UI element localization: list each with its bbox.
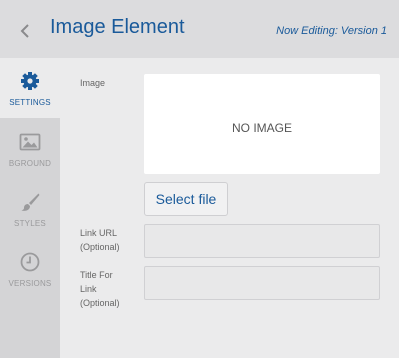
chevron-left-icon: [20, 24, 29, 38]
title-for-link-input[interactable]: [144, 266, 380, 300]
sidebar-item-styles[interactable]: STYLES: [0, 179, 60, 239]
image-icon: [19, 133, 41, 151]
sidebar-item-label: BGROUND: [8, 159, 52, 168]
brush-icon: [21, 193, 40, 211]
gear-icon: [21, 72, 39, 90]
sidebar-item-label: SETTINGS: [9, 98, 51, 107]
back-button[interactable]: [16, 20, 34, 42]
editing-version-status: Now Editing: Version 1: [276, 25, 387, 37]
sidebar-item-versions[interactable]: VERSIONS: [0, 239, 60, 299]
sidebar-item-label: STYLES: [14, 219, 46, 228]
sidebar-item-bground[interactable]: BGROUND: [0, 119, 60, 179]
link-url-label-line: Link URL: [80, 228, 118, 238]
clock-icon: [20, 252, 40, 272]
image-field-label: Image: [80, 78, 106, 88]
title-for-label-line: Title For: [80, 270, 113, 280]
link-url-input[interactable]: [144, 224, 380, 258]
sidebar-item-settings[interactable]: SETTINGS: [0, 58, 60, 118]
link-url-optional-label: (Optional): [80, 242, 120, 252]
no-image-placeholder: NO IMAGE: [231, 121, 292, 135]
title-optional-label: (Optional): [80, 298, 120, 308]
title-link-label-line: Link: [80, 284, 97, 294]
select-file-button[interactable]: Select file: [144, 182, 228, 216]
link-url-label: Link URL (Optional): [80, 226, 120, 254]
sidebar-item-label: VERSIONS: [8, 279, 52, 288]
image-preview: NO IMAGE: [144, 74, 380, 174]
header-bar: Image Element Now Editing: Version 1: [0, 0, 399, 58]
page-title: Image Element: [50, 16, 185, 38]
sidebar: SETTINGS BGROUND STYLES VERSIONS: [0, 58, 60, 358]
title-for-link-label: Title For Link (Optional): [80, 268, 120, 310]
